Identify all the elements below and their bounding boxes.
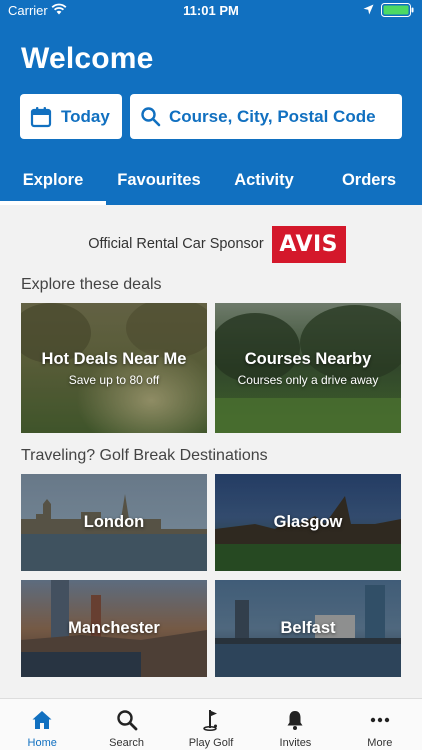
nav-label: Play Golf bbox=[188, 737, 234, 749]
more-dots-icon bbox=[370, 717, 390, 723]
date-picker-button[interactable]: Today bbox=[20, 94, 122, 139]
tile-subtitle: Courses only a drive away bbox=[237, 372, 379, 387]
battery-icon bbox=[381, 3, 414, 17]
deal-tile-courses-nearby[interactable]: Courses Nearby Courses only a drive away bbox=[215, 303, 401, 433]
tab-bar: Explore Favourites Activity Orders bbox=[0, 158, 422, 205]
nav-label: Search bbox=[109, 737, 145, 749]
deals-section-title: Explore these deals bbox=[21, 276, 162, 293]
location-arrow-icon bbox=[363, 4, 374, 15]
tile-title: Glasgow bbox=[273, 513, 343, 531]
tile-title: Courses Nearby bbox=[244, 349, 372, 368]
tab-favourites[interactable]: Favourites bbox=[106, 158, 212, 205]
tab-orders[interactable]: Orders bbox=[316, 158, 422, 205]
search-icon bbox=[116, 710, 138, 731]
status-bar: Carrier 11:01 PM bbox=[0, 0, 422, 22]
nav-more[interactable]: More bbox=[338, 699, 422, 750]
bell-icon bbox=[287, 711, 303, 730]
clock: 11:01 PM bbox=[183, 3, 239, 18]
nav-play-golf[interactable]: Play Golf bbox=[169, 699, 253, 750]
explore-content: Official Rental Car Sponsor AVIS Explore… bbox=[0, 205, 422, 698]
nav-label: Invites bbox=[279, 737, 312, 749]
search-input[interactable]: Course, City, Postal Code bbox=[130, 94, 402, 139]
golf-flag-icon bbox=[203, 710, 218, 732]
tab-explore[interactable]: Explore bbox=[0, 158, 106, 205]
nav-label: More bbox=[367, 737, 393, 749]
destination-tile-glasgow[interactable]: Glasgow bbox=[215, 474, 401, 571]
tab-activity[interactable]: Activity bbox=[212, 158, 316, 205]
sponsor-banner[interactable]: Official Rental Car Sponsor AVIS bbox=[0, 225, 422, 263]
home-icon bbox=[32, 711, 52, 729]
tile-title: Manchester bbox=[68, 619, 160, 637]
date-label: Today bbox=[61, 106, 110, 126]
nav-home[interactable]: Home bbox=[0, 699, 84, 750]
page-title: Welcome bbox=[21, 42, 154, 75]
nav-search[interactable]: Search bbox=[84, 699, 168, 750]
destination-tile-belfast[interactable]: Belfast bbox=[215, 580, 401, 677]
search-icon bbox=[141, 107, 161, 127]
header: Carrier 11:01 PM Welcome Today Course, C… bbox=[0, 0, 422, 205]
nav-label: Home bbox=[27, 737, 57, 749]
tab-label: Explore bbox=[22, 171, 84, 189]
tab-label: Activity bbox=[234, 171, 294, 189]
destinations-section-title: Traveling? Golf Break Destinations bbox=[21, 447, 268, 464]
tile-title: London bbox=[83, 513, 145, 531]
sponsor-text: Official Rental Car Sponsor bbox=[88, 236, 264, 252]
nav-invites[interactable]: Invites bbox=[253, 699, 337, 750]
tab-label: Favourites bbox=[117, 171, 201, 189]
tile-subtitle: Save up to 80 off bbox=[68, 372, 160, 387]
tile-title: Hot Deals Near Me bbox=[41, 349, 187, 368]
destination-tile-manchester[interactable]: Manchester bbox=[21, 580, 207, 677]
tile-title: Belfast bbox=[280, 619, 336, 637]
destination-tile-london[interactable]: London bbox=[21, 474, 207, 571]
bottom-navigation: Home Search Play Golf Invites More bbox=[0, 698, 422, 750]
search-placeholder: Course, City, Postal Code bbox=[169, 106, 376, 126]
deal-tile-hot-deals[interactable]: Hot Deals Near Me Save up to 80 off bbox=[21, 303, 207, 433]
avis-logo: AVIS bbox=[271, 225, 346, 263]
calendar-icon bbox=[30, 106, 52, 127]
tab-label: Orders bbox=[341, 171, 397, 189]
